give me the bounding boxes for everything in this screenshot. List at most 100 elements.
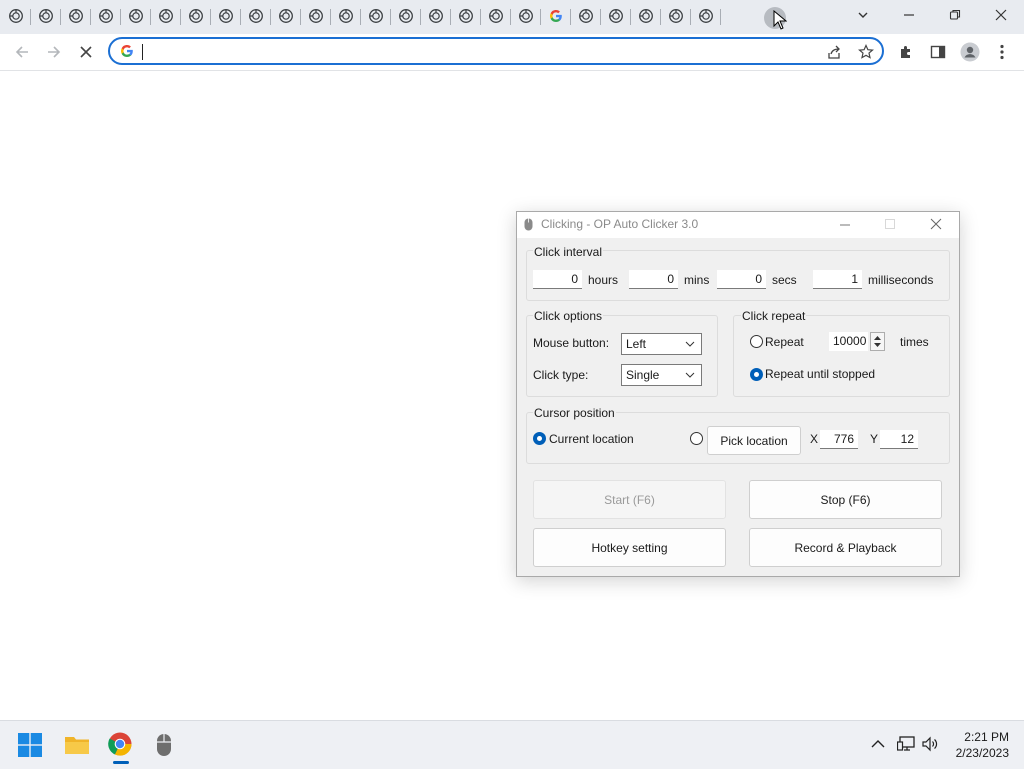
tab-favicon-icon[interactable] [429,9,443,23]
record-playback-button[interactable]: Record & Playback [749,528,942,567]
share-icon[interactable] [826,44,842,60]
tab-separator [480,9,481,25]
stop-button[interactable]: Stop (F6) [749,480,942,519]
forward-button[interactable] [42,40,66,64]
secs-label: secs [772,273,797,287]
clock-time[interactable]: 2:21 PM [956,730,1009,744]
tab-separator [450,9,451,25]
click-type-value: Single [626,368,660,382]
chevron-down-icon [685,372,695,378]
spin-down-icon[interactable] [874,343,881,348]
current-location-radio[interactable] [533,432,546,445]
tab-favicon-icon[interactable] [579,9,593,23]
restore-button[interactable] [932,0,978,30]
pick-location-radio[interactable] [690,432,703,445]
repeat-until-stopped-label: Repeat until stopped [765,367,876,381]
auto-clicker-taskbar-button[interactable] [156,733,174,759]
tab-favicon-icon[interactable] [279,9,293,23]
tab-favicon-icon[interactable] [129,9,143,23]
profile-button[interactable] [958,40,982,64]
mouse-button-label: Mouse button: [533,336,610,350]
tab-separator [270,9,271,25]
tab-favicon-icon[interactable] [69,9,83,23]
tab-favicon-icon[interactable] [609,9,623,23]
tab-separator [630,9,631,25]
side-panel-button[interactable] [926,40,950,64]
close-window-button[interactable] [978,0,1024,30]
network-icon[interactable] [897,736,915,752]
close-icon[interactable] [930,218,942,230]
folder-icon [65,737,89,754]
clock-date[interactable]: 2/23/2023 [946,746,1009,760]
tab-separator [90,9,91,25]
title-bar[interactable]: Clicking - OP Auto Clicker 3.0 [517,212,959,238]
tab-favicon-icon[interactable] [699,9,713,23]
tab-favicon-icon[interactable] [219,9,233,23]
tab-separator [30,9,31,25]
tab-search-button[interactable] [840,0,886,30]
back-button[interactable] [10,40,34,64]
times-label: times [900,335,929,349]
tab-favicon-icon[interactable] [309,9,323,23]
arrow-left-icon [15,46,28,58]
pick-location-button[interactable]: Pick location [707,426,801,455]
tab-favicon-icon[interactable] [9,9,23,23]
windows-logo-icon [18,733,42,757]
chevron-up-icon[interactable] [871,739,885,749]
repeat-count-input[interactable]: 10000 [829,332,868,351]
tab-favicon-icon[interactable] [159,9,173,23]
tab-favicon-icon[interactable] [249,9,263,23]
tab-favicon-icon[interactable] [639,9,653,23]
restore-icon [949,9,961,20]
chrome-taskbar-button[interactable] [108,732,134,764]
mins-input[interactable]: 0 [629,270,678,289]
tab-separator [150,9,151,25]
menu-button[interactable] [990,40,1014,64]
tab-favicon-icon[interactable] [339,9,353,23]
stop-loading-button[interactable] [74,40,98,64]
tab-favicon-icon[interactable] [369,9,383,23]
google-favicon-icon[interactable] [549,9,563,23]
mouse-app-icon [524,218,533,231]
extensions-button[interactable] [894,40,918,64]
start-button[interactable] [18,733,44,759]
hours-input[interactable]: 0 [533,270,582,289]
tab-favicon-icon[interactable] [489,9,503,23]
x-label: X [810,432,819,446]
secs-input[interactable]: 0 [717,270,766,289]
milliseconds-input[interactable]: 1 [813,270,862,289]
address-bar[interactable] [108,37,884,65]
start-button[interactable]: Start (F6) [533,480,726,519]
repeat-radio[interactable] [750,335,763,348]
click-type-select[interactable]: Single [621,364,702,386]
cursor-position-label: Cursor position [533,406,616,420]
tab-separator [690,9,691,25]
tab-separator [240,9,241,25]
tab-favicon-icon[interactable] [669,9,683,23]
repeat-until-stopped-radio[interactable] [750,368,763,381]
tab-favicon-icon[interactable] [519,9,533,23]
tab-separator [720,9,721,25]
tab-favicon-icon[interactable] [39,9,53,23]
tab-separator [570,9,571,25]
tab-favicon-icon[interactable] [189,9,203,23]
milliseconds-label: milliseconds [868,273,934,287]
volume-icon[interactable] [921,736,939,752]
minimize-icon[interactable] [839,220,851,230]
tab-separator [660,9,661,25]
star-icon[interactable] [858,44,874,60]
x-coordinate-input[interactable]: 776 [820,430,858,449]
repeat-count-spinner[interactable] [870,332,885,351]
tab-favicon-icon[interactable] [99,9,113,23]
y-coordinate-input[interactable]: 12 [880,430,918,449]
tab-favicon-icon[interactable] [459,9,473,23]
window-title: Clicking - OP Auto Clicker 3.0 [541,217,699,231]
current-location-label: Current location [549,432,634,446]
spin-up-icon[interactable] [874,335,881,340]
mouse-button-select[interactable]: Left [621,333,702,355]
hotkey-setting-button[interactable]: Hotkey setting [533,528,726,567]
minimize-button[interactable] [886,0,932,30]
file-explorer-button[interactable] [64,734,90,758]
repeat-label: Repeat [765,335,804,349]
tab-favicon-icon[interactable] [399,9,413,23]
